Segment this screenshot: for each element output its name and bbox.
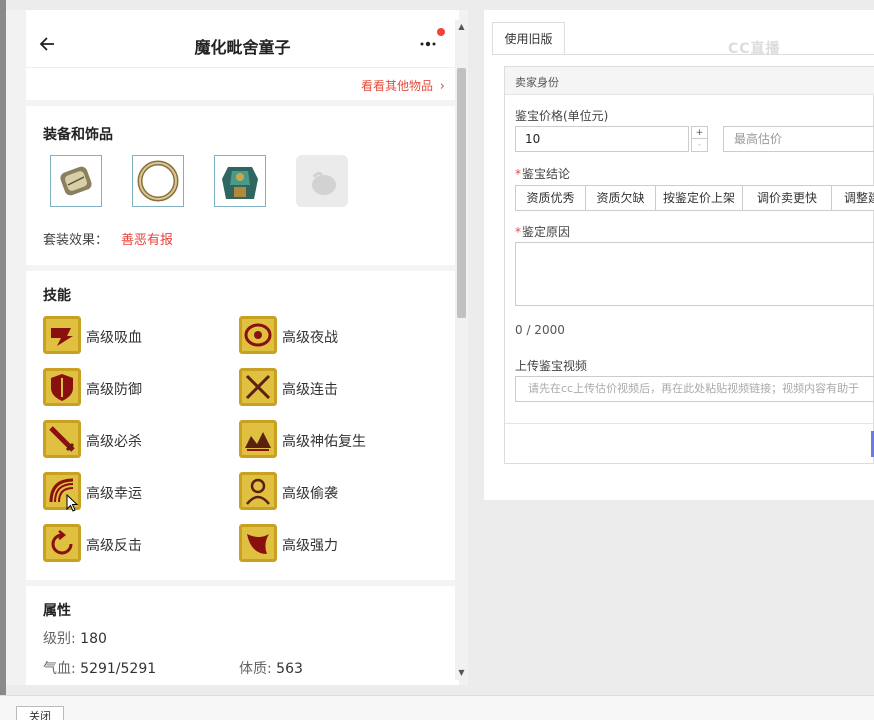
conclusion-option[interactable]: 资质优秀 — [515, 185, 586, 211]
hp-label: 气血: — [43, 661, 76, 677]
power-icon — [239, 524, 277, 562]
video-link-input[interactable]: 请先在cc上传估价视频后，再在此处粘贴视频链接；视频内容有助于 — [515, 376, 874, 402]
price-stepper[interactable]: + - — [691, 126, 708, 152]
skill-item[interactable]: 高级强力 — [239, 524, 429, 562]
char-count: 0 / 2000 — [515, 323, 565, 337]
armor-icon[interactable] — [214, 155, 266, 207]
skill-item[interactable]: 高级偷袭 — [239, 472, 429, 510]
conclusion-option[interactable]: 调价卖更快 — [742, 185, 832, 211]
skill-label: 高级夜战 — [282, 330, 338, 346]
video-label: 上传鉴宝视频 — [515, 359, 588, 373]
appraisal-form: 卖家身份 鉴宝价格(单位元) 10 + - 最高估价 *鉴宝结论 资质优秀 资质… — [504, 66, 874, 464]
skill-item[interactable]: 高级神佑复生 — [239, 420, 429, 458]
section-divider — [26, 265, 459, 271]
conclusion-option[interactable]: 按鉴定价上架 — [655, 185, 743, 211]
appraisal-pane: 使用旧版 CC直播 卖家身份 鉴宝价格(单位元) 10 + - 最高估价 *鉴宝… — [484, 10, 874, 500]
skill-item[interactable]: 高级连击 — [239, 368, 429, 406]
price-label: 鉴宝价格(单位元) — [515, 109, 609, 123]
skill-label: 高级连击 — [282, 382, 338, 398]
combo-icon — [239, 368, 277, 406]
section-divider — [26, 100, 459, 106]
close-button[interactable]: 关闭 — [16, 706, 64, 720]
constitution-value: 563 — [276, 661, 303, 677]
scroll-down-icon[interactable]: ▼ — [455, 668, 468, 677]
scroll-thumb[interactable] — [457, 68, 466, 318]
skill-label: 高级必杀 — [86, 434, 142, 450]
critical-icon — [43, 420, 81, 458]
sneak-attack-icon — [239, 472, 277, 510]
skill-label: 高级偷袭 — [282, 486, 338, 502]
equipment-title: 装备和饰品 — [43, 127, 113, 143]
bracer-icon[interactable] — [50, 155, 102, 207]
tab-underline — [492, 54, 874, 55]
mouse-cursor-icon — [66, 494, 78, 512]
decrement-icon[interactable]: - — [692, 139, 707, 151]
chevron-right-icon: › — [439, 79, 445, 94]
skill-item[interactable]: 高级防御 — [43, 368, 233, 406]
skill-label: 高级神佑复生 — [282, 434, 366, 450]
skill-label: 高级吸血 — [86, 330, 142, 346]
counter-icon — [43, 524, 81, 562]
reason-textarea[interactable] — [515, 242, 874, 306]
skills-title: 技能 — [43, 288, 71, 304]
page-title: 魔化毗舍童子 — [194, 38, 291, 57]
item-detail-content: 魔化毗舍童子 看看其他物品 › 装备和饰品 套装效果： 善恶有报 技能 高级吸血… — [26, 10, 459, 685]
skill-label: 高级防御 — [86, 382, 142, 398]
hp-attribute: 气血: 5291/5291 — [43, 658, 156, 678]
divine-revive-icon — [239, 420, 277, 458]
other-items-link[interactable]: 看看其他物品 › — [361, 77, 445, 94]
empty-slot-icon[interactable] — [296, 155, 348, 207]
notification-dot — [437, 28, 445, 36]
scroll-up-icon[interactable]: ▲ — [455, 22, 468, 31]
increment-icon[interactable]: + — [692, 127, 707, 139]
section-divider — [26, 580, 459, 586]
constitution-attribute: 体质: 563 — [239, 658, 303, 678]
night-battle-icon — [239, 316, 277, 354]
price-input[interactable]: 10 — [515, 126, 689, 152]
skill-item[interactable]: 高级吸血 — [43, 316, 233, 354]
form-divider — [505, 423, 874, 424]
constitution-label: 体质: — [239, 661, 272, 677]
skill-label: 高级幸运 — [86, 486, 142, 502]
tab-use-old-version[interactable]: 使用旧版 — [492, 22, 565, 55]
skill-label: 高级反击 — [86, 538, 142, 554]
conclusion-option[interactable]: 资质欠缺 — [585, 185, 656, 211]
skill-item[interactable]: 高级反击 — [43, 524, 233, 562]
skill-label: 高级强力 — [282, 538, 338, 554]
max-price-input[interactable]: 最高估价 — [723, 126, 874, 152]
level-attribute: 级别: 180 — [43, 628, 107, 648]
seller-identity-header: 卖家身份 — [505, 67, 874, 95]
blood-suck-icon — [43, 316, 81, 354]
level-label: 级别: — [43, 631, 76, 647]
defense-icon — [43, 368, 81, 406]
watermark: CC直播 — [728, 41, 781, 57]
conclusion-label: *鉴宝结论 — [515, 165, 570, 182]
seller-identity-label: 卖家身份 — [515, 76, 559, 89]
conclusion-label-text: 鉴宝结论 — [522, 167, 571, 181]
set-effect-label: 套装效果： — [43, 233, 109, 248]
skill-item[interactable]: 高级夜战 — [239, 316, 429, 354]
bottom-bar: 关闭 — [0, 695, 874, 720]
reason-label: *鉴定原因 — [515, 223, 570, 240]
set-effect-value[interactable]: 善恶有报 — [121, 229, 173, 248]
required-mark: * — [515, 225, 521, 239]
reason-label-text: 鉴定原因 — [522, 225, 571, 239]
scrollbar[interactable]: ▲ ▼ — [455, 20, 468, 680]
required-mark: * — [515, 167, 521, 181]
other-items-label: 看看其他物品 — [360, 79, 433, 93]
skill-item[interactable]: 高级必杀 — [43, 420, 233, 458]
detail-header: 魔化毗舍童子 — [26, 10, 459, 68]
attributes-title: 属性 — [43, 603, 71, 619]
ring-icon[interactable] — [132, 155, 184, 207]
level-value: 180 — [80, 631, 107, 647]
hp-value: 5291/5291 — [80, 661, 157, 677]
conclusion-option[interactable]: 调整建 — [831, 185, 874, 211]
item-detail-pane: 魔化毗舍童子 看看其他物品 › 装备和饰品 套装效果： 善恶有报 技能 高级吸血… — [6, 10, 468, 685]
